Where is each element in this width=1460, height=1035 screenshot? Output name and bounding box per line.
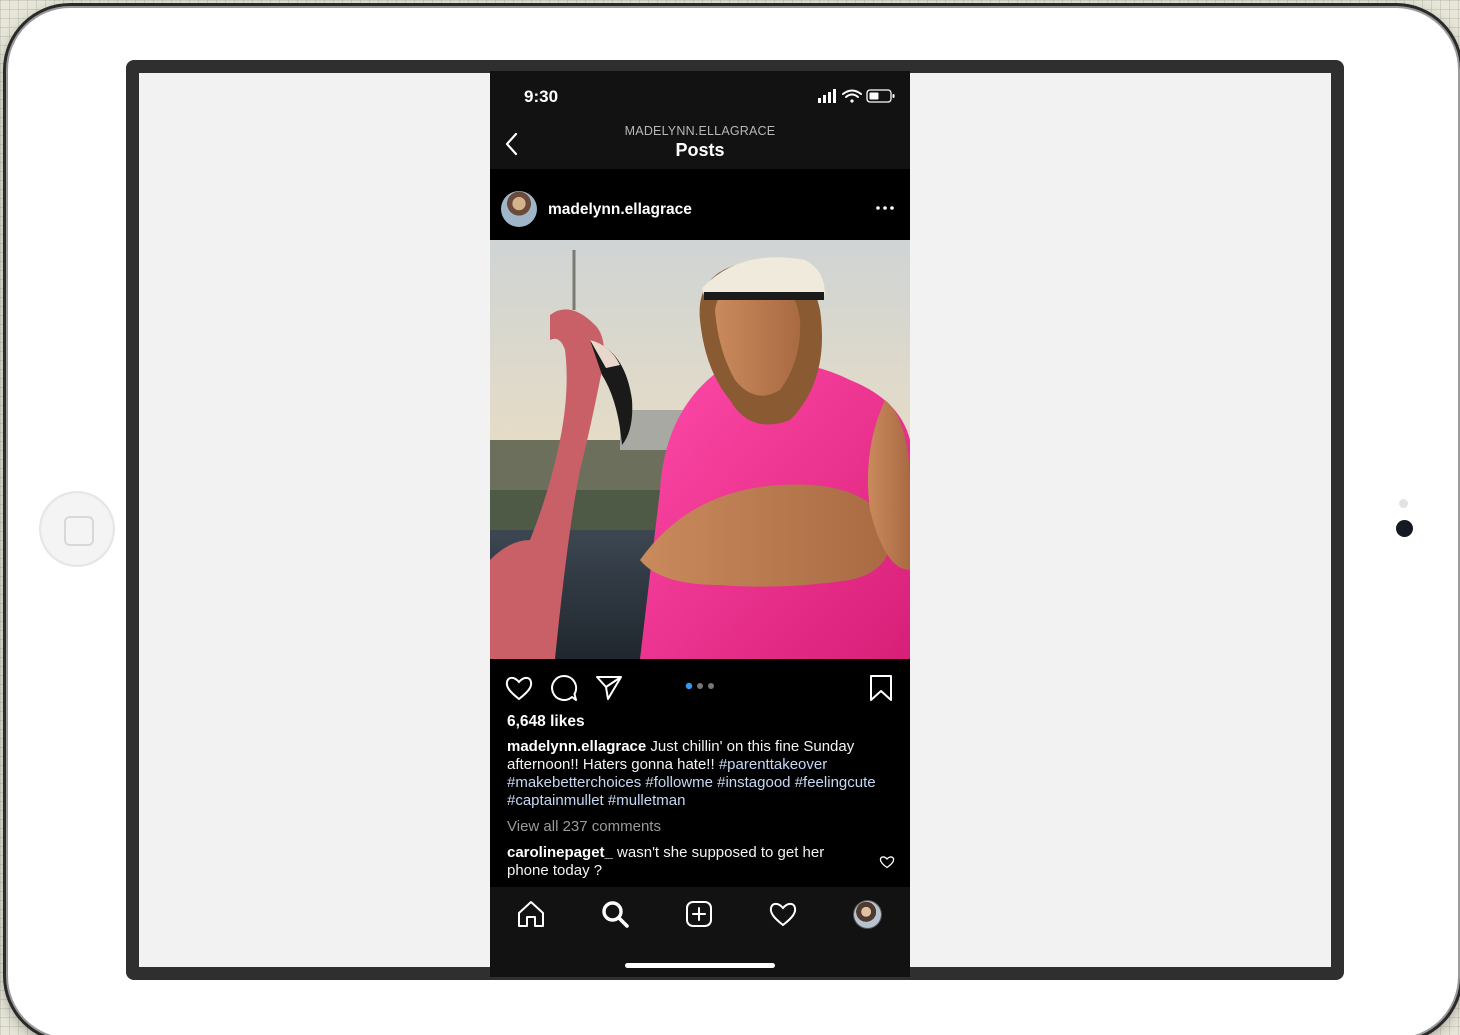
comment-like-icon[interactable] [879, 854, 895, 869]
comment-item: carolinepaget_ wasn't she supposed to ge… [507, 844, 862, 880]
wifi-icon [842, 89, 862, 103]
comment-username[interactable]: carolinepaget_ [507, 844, 613, 861]
hashtag[interactable]: #makebetterchoices [507, 774, 641, 791]
home-indicator [625, 963, 775, 968]
home-icon[interactable] [516, 899, 546, 929]
add-post-icon[interactable] [684, 899, 714, 929]
search-icon[interactable] [600, 899, 630, 929]
hashtag[interactable]: #followme [645, 774, 713, 791]
hashtag[interactable]: #feelingcute [795, 774, 876, 791]
battery-icon [866, 89, 895, 103]
status-time: 9:30 [524, 87, 559, 106]
activity-heart-icon[interactable] [768, 899, 798, 929]
tablet-sensor [1399, 499, 1408, 508]
profile-avatar[interactable] [854, 901, 881, 928]
speech-bubble-icon[interactable] [549, 673, 579, 703]
avatar[interactable] [501, 191, 537, 227]
hashtag[interactable]: #instagood [717, 774, 790, 791]
post-username[interactable]: madelynn.ellagrace [548, 201, 692, 219]
heart-icon[interactable] [504, 673, 534, 703]
post-photo[interactable] [490, 240, 910, 659]
post-action-bar [490, 659, 910, 711]
tablet-home-button[interactable] [40, 492, 114, 566]
signal-icon [818, 89, 836, 103]
likes-count[interactable]: 6,648 likes [507, 713, 585, 731]
carousel-indicator [685, 682, 714, 690]
view-comments-link[interactable]: View all 237 comments [507, 818, 661, 835]
nav-subtitle: MADELYNN.ELLAGRACE [624, 124, 776, 138]
hashtag[interactable]: #captainmullet [507, 792, 604, 809]
post-header: madelynn.ellagrace [490, 169, 910, 240]
paper-plane-icon[interactable] [594, 673, 624, 703]
page-title: Posts [675, 140, 725, 160]
status-icons [818, 89, 895, 103]
instagram-app: 9:30 MADELYNN.ELLAGRACE Posts madelynn.e… [490, 71, 910, 977]
ellipsis-icon[interactable] [875, 204, 895, 212]
caption-username[interactable]: madelynn.ellagrace [507, 738, 646, 755]
post-caption: madelynn.ellagrace Just chillin' on this… [507, 738, 897, 810]
status-bar: 9:30 [490, 71, 910, 121]
tablet-camera [1396, 520, 1413, 537]
bookmark-icon[interactable] [866, 673, 896, 703]
bottom-tab-bar [490, 887, 910, 977]
hashtag[interactable]: #parenttakeover [719, 756, 827, 773]
nav-header: MADELYNN.ELLAGRACE Posts [490, 121, 910, 169]
hashtag[interactable]: #mulletman [608, 792, 686, 809]
